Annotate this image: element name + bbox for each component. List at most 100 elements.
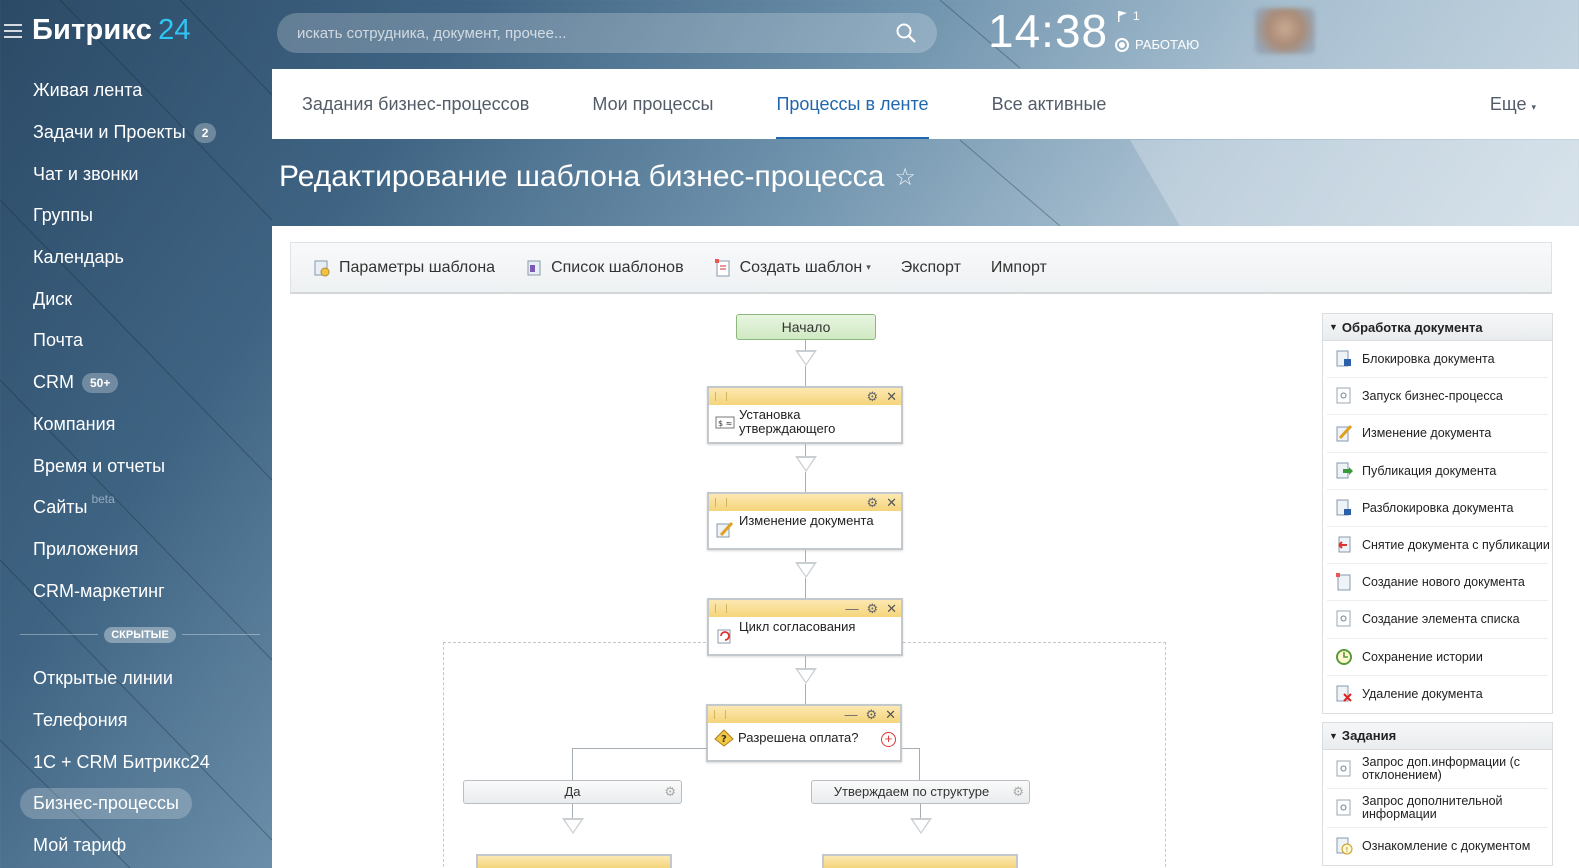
sidebar-item-crm-marketing[interactable]: CRM-маркетинг: [20, 570, 260, 612]
template-list-button[interactable]: Список шаблонов: [525, 259, 684, 277]
sidebar-item-my-plan[interactable]: Мой тариф: [20, 825, 260, 867]
sidebar-item-groups[interactable]: Группы: [20, 195, 260, 237]
close-icon[interactable]: ✕: [886, 602, 897, 615]
work-status[interactable]: РАБОТАЮ: [1115, 37, 1199, 52]
sidebar-item-telephony[interactable]: Телефония: [20, 700, 260, 742]
more-label: Еще: [1489, 93, 1527, 114]
palette-item[interactable]: Удаление документа: [1327, 676, 1548, 713]
sidebar-item-business-processes[interactable]: Бизнес-процессы: [20, 783, 260, 825]
close-icon[interactable]: ✕: [885, 708, 896, 721]
avatar[interactable]: [1255, 8, 1315, 54]
tab-my-processes[interactable]: Мои процессы: [592, 69, 713, 139]
palette-item[interactable]: Сохранение истории: [1327, 639, 1548, 676]
gear-icon[interactable]: ⚙: [866, 496, 878, 509]
sidebar-item-time-reports[interactable]: Время и отчеты: [20, 445, 260, 487]
palette-section-document: ▼ Обработка документа Блокировка документ…: [1322, 313, 1553, 714]
export-button[interactable]: Экспорт: [901, 259, 961, 277]
gear-icon[interactable]: ⚙: [1012, 784, 1024, 800]
sidebar-item-calendar[interactable]: Календарь: [20, 237, 260, 279]
palette-item[interactable]: Снятие документа с публикации: [1327, 527, 1550, 565]
sidebar-item-apps[interactable]: Приложения: [20, 529, 260, 571]
start-process-icon: [1336, 387, 1351, 404]
branch-yes[interactable]: Да ⚙: [463, 780, 682, 804]
palette-item[interactable]: Публикация документа: [1327, 453, 1548, 490]
request-info-reject-icon: [1336, 760, 1351, 777]
activity-block[interactable]: ⚙ ✕ $ ≈ Установка утверждающего: [707, 386, 903, 444]
clock[interactable]: 14:38: [988, 4, 1108, 58]
sidebar-item-tasks[interactable]: Задачи и Проекты 2: [20, 112, 260, 154]
drag-handle-icon[interactable]: [715, 498, 727, 507]
import-button[interactable]: Импорт: [991, 259, 1047, 277]
palette-item[interactable]: Запрос доп.информации (с отклонением): [1327, 750, 1548, 789]
gear-icon[interactable]: ⚙: [866, 390, 878, 403]
palette-item[interactable]: Разблокировка документа: [1327, 490, 1548, 527]
sidebar-item-company[interactable]: Компания: [20, 404, 260, 446]
activity-block-partial[interactable]: [476, 854, 672, 868]
flag-counter[interactable]: 1: [1118, 9, 1140, 23]
minimize-icon[interactable]: —: [845, 602, 858, 615]
connector: [805, 366, 806, 386]
block-label: Разрешена оплата?: [738, 730, 859, 745]
logo[interactable]: Битрикс 24: [32, 14, 191, 47]
designer-canvas: Начало ⚙ ✕ $ ≈ Установка утверждающего ⚙ ✕…: [272, 306, 1312, 868]
activity-block[interactable]: ⚙ ✕ Изменение документа: [707, 492, 903, 550]
gear-icon[interactable]: ⚙: [664, 784, 676, 800]
create-template-button[interactable]: Создать шаблон ▾: [714, 258, 871, 277]
search-icon[interactable]: [895, 22, 917, 44]
sidebar-item-label: Приложения: [33, 538, 139, 559]
delete-document-icon: [1336, 685, 1352, 702]
activity-block-partial[interactable]: [822, 854, 1018, 868]
review-document-icon: !: [1336, 837, 1353, 855]
sidebar-item-open-lines[interactable]: Открытые линии: [20, 658, 260, 700]
palette-section-header[interactable]: ▼ Задания: [1323, 722, 1552, 750]
palette-item-label: Разблокировка документа: [1362, 500, 1514, 515]
palette-section-header[interactable]: ▼ Обработка документа: [1323, 314, 1552, 341]
start-node[interactable]: Начало: [736, 314, 876, 340]
edit-document-icon: [716, 521, 734, 538]
svg-text:!: !: [1346, 846, 1349, 854]
sidebar-item-crm[interactable]: CRM 50+: [20, 362, 260, 404]
tab-more[interactable]: Еще ▾: [1490, 94, 1536, 115]
tab-bp-tasks[interactable]: Задания бизнес-процессов: [302, 69, 529, 139]
arrow-icon: [795, 456, 817, 472]
drag-handle-icon[interactable]: [715, 392, 727, 401]
hidden-separator[interactable]: СКРЫТЫЕ: [20, 612, 260, 658]
sidebar-item-label: Задачи и Проекты: [33, 122, 186, 143]
sidebar-item-feed[interactable]: Живая лента: [20, 70, 260, 112]
palette-item[interactable]: Создание элемента списка: [1327, 601, 1548, 639]
condition-block[interactable]: — ⚙ ✕ ? Разрешена оплата? +: [706, 704, 902, 762]
palette-item[interactable]: Запрос дополнительной информации: [1327, 789, 1548, 828]
sidebar-item-mail[interactable]: Почта: [20, 320, 260, 362]
branch-label: Утверждаем по структуре компании: [833, 784, 990, 799]
sidebar-item-chat[interactable]: Чат и звонки: [20, 153, 260, 195]
page-title: Редактирование шаблона бизнес-процесса ☆: [279, 160, 916, 194]
add-branch-icon[interactable]: +: [881, 731, 896, 747]
sidebar-item-1c-crm[interactable]: 1С + CRM Битрикс24: [20, 741, 260, 783]
palette-item[interactable]: Создание нового документа: [1327, 564, 1548, 602]
palette-item-label: Публикация документа: [1362, 463, 1497, 478]
palette-item[interactable]: ! Ознакомление с документом: [1327, 828, 1548, 865]
drag-handle-icon[interactable]: [715, 604, 727, 613]
tab-all-active[interactable]: Все активные: [992, 69, 1107, 139]
star-icon[interactable]: ☆: [894, 163, 916, 192]
template-params-button[interactable]: Параметры шаблона: [313, 259, 495, 277]
palette-item[interactable]: Запуск бизнес-процесса: [1327, 378, 1548, 416]
minimize-icon[interactable]: —: [844, 708, 857, 721]
button-label: Список шаблонов: [551, 258, 684, 276]
close-icon[interactable]: ✕: [886, 496, 897, 509]
palette-item-label: Запрос доп.информации (с отклонением): [1362, 754, 1521, 782]
sidebar-item-sites[interactable]: Сайты beta: [20, 487, 260, 529]
gear-icon[interactable]: ⚙: [866, 602, 878, 615]
palette-item[interactable]: Изменение документа: [1327, 415, 1548, 453]
menu-icon[interactable]: [4, 23, 22, 38]
sidebar-item-disk[interactable]: Диск: [20, 278, 260, 320]
gear-icon[interactable]: ⚙: [865, 708, 877, 721]
close-icon[interactable]: ✕: [886, 390, 897, 403]
drag-handle-icon[interactable]: [714, 710, 726, 719]
activity-block[interactable]: — ⚙ ✕ Цикл согласования: [707, 598, 903, 656]
tab-feed-processes[interactable]: Процессы в ленте: [776, 69, 929, 139]
palette-item[interactable]: Блокировка документа: [1327, 341, 1548, 379]
search-input[interactable]: [297, 24, 895, 42]
branch-structure[interactable]: Утверждаем по структуре компании ⚙: [811, 780, 1030, 804]
beta-tag: beta: [91, 491, 115, 506]
